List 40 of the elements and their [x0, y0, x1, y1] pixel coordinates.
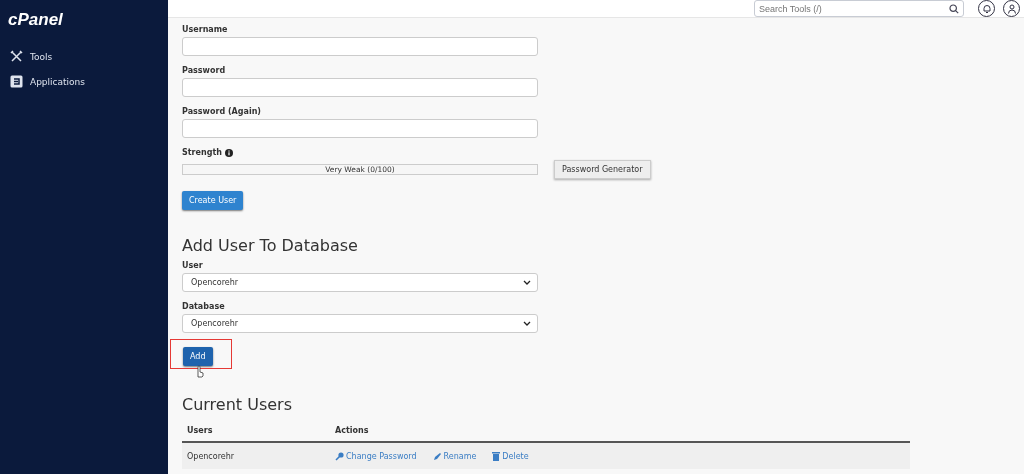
field-label: Password — [182, 66, 227, 75]
column-header: Actions — [335, 426, 369, 435]
action-link[interactable]: Rename — [432, 451, 477, 461]
pencil-icon — [432, 451, 442, 461]
logo: cPanel — [8, 10, 64, 30]
info-icon — [224, 148, 233, 157]
column-header: Users — [187, 426, 214, 435]
user-icon — [1006, 3, 1017, 14]
action-link[interactable]: Change Password — [335, 451, 417, 461]
sidebar-item[interactable]: Tools — [8, 44, 160, 69]
text-field[interactable] — [182, 119, 538, 138]
section-title: Current Users — [182, 395, 293, 414]
bell-icon — [981, 3, 992, 14]
notifications-button[interactable] — [978, 0, 995, 17]
apps-icon — [10, 75, 23, 88]
search-field[interactable]: Search Tools (/) — [754, 0, 964, 17]
field-label: Database — [182, 302, 226, 311]
text-field[interactable] — [182, 78, 538, 97]
user-button[interactable] — [1003, 0, 1020, 17]
tools-icon — [10, 50, 23, 63]
search-icon — [949, 4, 959, 14]
key-icon — [335, 451, 344, 461]
text-field[interactable] — [182, 37, 538, 56]
password-generator-button[interactable]: Password Generator — [554, 160, 651, 179]
add-button[interactable]: Add — [183, 346, 213, 366]
section-title: Add User To Database — [182, 236, 359, 255]
action-link[interactable]: Delete — [492, 451, 529, 461]
select-field[interactable]: Opencorehr — [182, 273, 538, 292]
select-field[interactable]: Opencorehr — [182, 314, 538, 333]
table-cell-text: Opencorehr — [187, 451, 236, 461]
field-label: Password (Again) — [182, 107, 262, 116]
chevron-icon — [523, 280, 531, 285]
chevron-icon — [523, 321, 531, 326]
field-label: Strength — [182, 148, 222, 157]
create-user-button[interactable]: Create User — [182, 191, 244, 210]
field-label: Username — [182, 25, 229, 34]
trash-icon — [492, 451, 501, 461]
sidebar-item[interactable]: Applications — [8, 69, 160, 94]
hand-cursor-icon — [195, 365, 204, 378]
field-label: User — [182, 261, 204, 270]
